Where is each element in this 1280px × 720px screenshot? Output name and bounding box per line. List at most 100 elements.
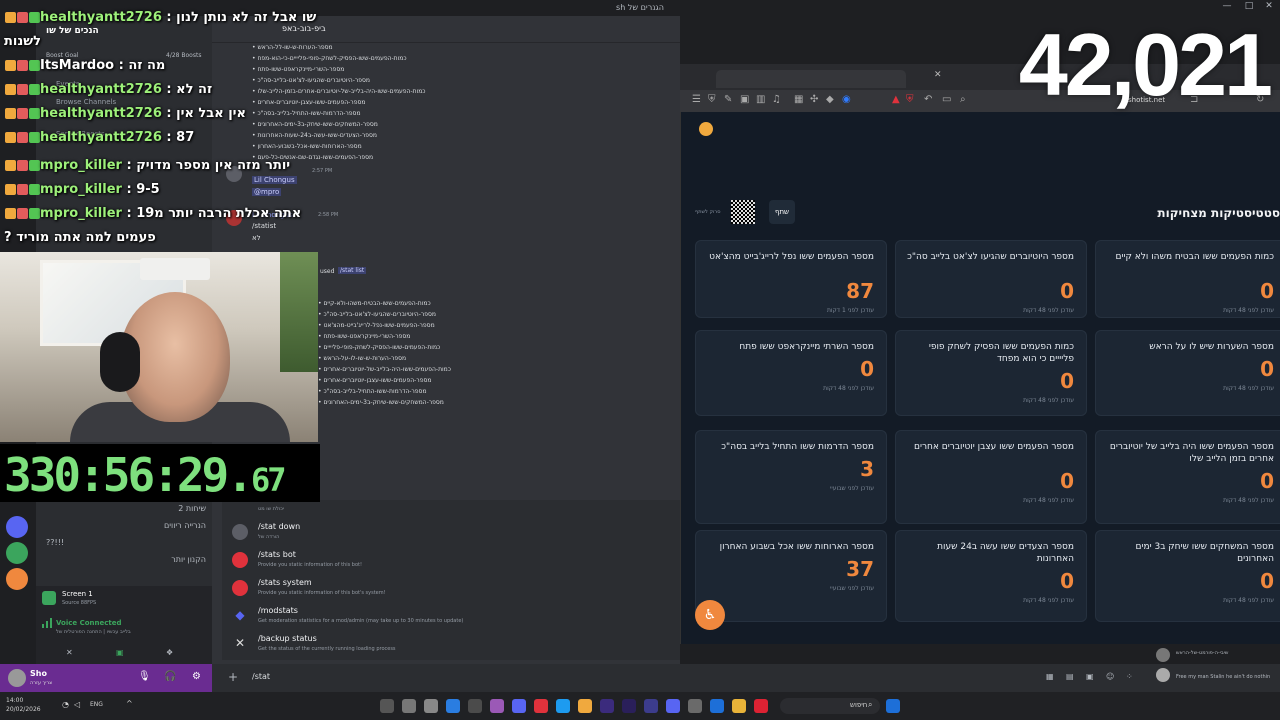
voice-connected-label: Voice Connected <box>56 619 122 627</box>
message-input[interactable]: /stat <box>252 672 270 681</box>
back-icon[interactable]: ↶ <box>924 94 932 105</box>
activity-icon[interactable]: ❖ <box>166 648 173 657</box>
gif-icon[interactable]: ▤ <box>1066 672 1074 681</box>
used-command-chip[interactable]: /stat list <box>338 267 367 274</box>
minimize-button[interactable]: — <box>1218 1 1236 15</box>
message-bar: + /stat ▦ ▤ ▣ ☺ ⁘ <box>212 664 1280 692</box>
brave-shield-icon[interactable]: ⛨ <box>906 94 914 105</box>
voice-controls: ✕ ▣ ❖ <box>36 646 212 664</box>
search-icon: ⌕ <box>868 700 873 709</box>
voice-user[interactable]: שיחות 2 <box>46 504 206 521</box>
server-icon[interactable] <box>6 542 28 564</box>
maximize-button[interactable]: □ <box>1240 1 1258 15</box>
app-icon[interactable] <box>644 699 658 713</box>
accessibility-icon[interactable]: ♿ <box>695 600 725 630</box>
puzzle-icon[interactable]: ✣ <box>810 94 818 105</box>
user-name[interactable]: Sho <box>30 669 47 678</box>
server-icon[interactable] <box>6 516 28 538</box>
slash-command-item[interactable]: /stats bot Provide you static informatio… <box>232 548 672 574</box>
stat-title: מספר הפעמים ששו היה בלייב של יוטיוברים א… <box>1109 442 1274 464</box>
chat-message-text: אתה אכלת הרבה יותר מ19 <box>136 206 302 221</box>
browser-icon[interactable] <box>754 699 768 713</box>
theme-toggle-icon[interactable] <box>699 122 713 136</box>
stat-card: מספר היוטיוברים שהגיעו לצ'אט בלייב סה"כ 0… <box>895 240 1087 318</box>
menu-icon[interactable]: ☰ <box>692 94 701 105</box>
chat-badge-icons <box>4 182 40 197</box>
emoji-icon[interactable]: ☺ <box>1106 672 1114 681</box>
screenshare-icon[interactable]: ▣ <box>116 648 124 657</box>
slash-command-item[interactable]: ✕ /backup status Get the status of the c… <box>232 632 672 658</box>
app-icon[interactable] <box>600 699 614 713</box>
screen-share-panel[interactable]: Screen 1 Source 88FPS <box>36 586 212 616</box>
share-button[interactable]: שתף <box>769 200 795 224</box>
browser-tab[interactable] <box>716 70 906 88</box>
page-title: סטטיסטיקות מצחיקות <box>1157 206 1280 220</box>
app-icon[interactable] <box>446 699 460 713</box>
stat-card: מספר המשחקים ששו שיחק ב3 ימים האחרונים 0 ע… <box>1095 530 1280 622</box>
app-icon[interactable] <box>512 699 526 713</box>
mic-icon[interactable]: 🎙 <box>138 671 151 682</box>
app-icon[interactable] <box>688 699 702 713</box>
stat-value: 0 <box>1060 369 1074 393</box>
app-icon[interactable] <box>468 699 482 713</box>
app-icon[interactable] <box>710 699 724 713</box>
command-name: /modstats <box>258 606 298 615</box>
close-button[interactable]: ✕ <box>1260 1 1278 15</box>
stat-title: מספר השערות שיש לו על הראש <box>1149 342 1274 352</box>
diamond-icon[interactable]: ◆ <box>826 94 834 105</box>
app-icon[interactable] <box>424 699 438 713</box>
camera-icon[interactable]: ▦ <box>794 94 803 105</box>
volume-icon[interactable]: ◁ <box>74 700 80 709</box>
air-conditioner <box>140 258 210 280</box>
stat-updated-note: עודכן לפני 48 דקות <box>1023 307 1074 314</box>
app-icon[interactable] <box>490 699 504 713</box>
close-tab-icon[interactable]: ✕ <box>934 70 942 80</box>
voice-user[interactable]: ??!!! <box>46 538 206 555</box>
sticker-icon[interactable]: ▣ <box>1086 672 1094 681</box>
stat-updated-note: עודכן לפני 48 דקות <box>1223 597 1274 604</box>
chat-username: healthyantt2726 <box>40 106 162 121</box>
slash-command-item[interactable]: /stats system Provide you static informa… <box>232 576 672 602</box>
slash-command-item[interactable]: /stat down הורדה של <box>232 520 672 546</box>
server-icon[interactable] <box>6 568 28 590</box>
chat-message-text: לשנות <box>4 34 41 49</box>
app-icon[interactable] <box>556 699 570 713</box>
extension-icon[interactable]: ✎ <box>724 94 732 105</box>
avatar[interactable] <box>8 669 26 687</box>
chat-message-text: 87 <box>176 130 195 145</box>
app-icon[interactable] <box>380 699 394 713</box>
stat-title: מספר הפעמים ששו נפל לרייג'בייט מהצ'אט <box>709 252 874 262</box>
app-icon[interactable] <box>402 699 416 713</box>
screen-icon[interactable]: ▭ <box>942 94 951 105</box>
app-icon[interactable] <box>622 699 636 713</box>
music-icon[interactable]: ♫ <box>772 94 781 105</box>
windows-start-icon[interactable] <box>886 699 900 713</box>
wifi-icon[interactable]: ◔ <box>62 700 69 709</box>
apps-icon[interactable]: ⁘ <box>1126 672 1133 681</box>
x-logo-icon: ✕ <box>234 636 246 650</box>
taskbar-search[interactable]: חיפוש ⌕ <box>780 698 880 714</box>
gear-icon[interactable]: ⚙ <box>192 671 201 682</box>
headphones-icon[interactable]: 🎧 <box>164 671 176 682</box>
shield-icon[interactable]: ⛨ <box>708 94 716 105</box>
voice-user[interactable]: הקנון יותר <box>46 555 206 572</box>
voice-user[interactable]: הנרייה ריווים <box>46 521 206 538</box>
slash-command-item[interactable]: ◆ /modstats Get moderation statistics fo… <box>232 604 672 630</box>
window-icon[interactable]: ▣ <box>740 94 749 105</box>
voice-channel-name[interactable]: בלייב עכשיו | התחנה הפורטלית של <box>56 629 131 635</box>
stat-card: מספר הפעמים ששו נפל לרייג'בייט מהצ'אט 87 ע… <box>695 240 887 318</box>
language-indicator[interactable]: ENG <box>90 701 103 708</box>
sidebar-icon[interactable]: ▥ <box>756 94 765 105</box>
camera-icon[interactable]: ✕ <box>66 648 73 657</box>
discord-icon[interactable] <box>666 699 680 713</box>
folder-icon[interactable] <box>732 699 746 713</box>
alert-icon[interactable]: ▲ <box>892 94 900 105</box>
app-icon[interactable] <box>534 699 548 713</box>
app-icon[interactable] <box>578 699 592 713</box>
used-label: used <box>320 268 335 275</box>
gift-icon[interactable]: ▦ <box>1046 672 1054 681</box>
tray-up-icon[interactable]: ^ <box>126 699 133 708</box>
stat-updated-note: עודכן לפני 48 דקות <box>823 385 874 392</box>
globe-icon[interactable]: ◉ <box>842 94 851 105</box>
plus-icon[interactable]: + <box>228 670 238 684</box>
